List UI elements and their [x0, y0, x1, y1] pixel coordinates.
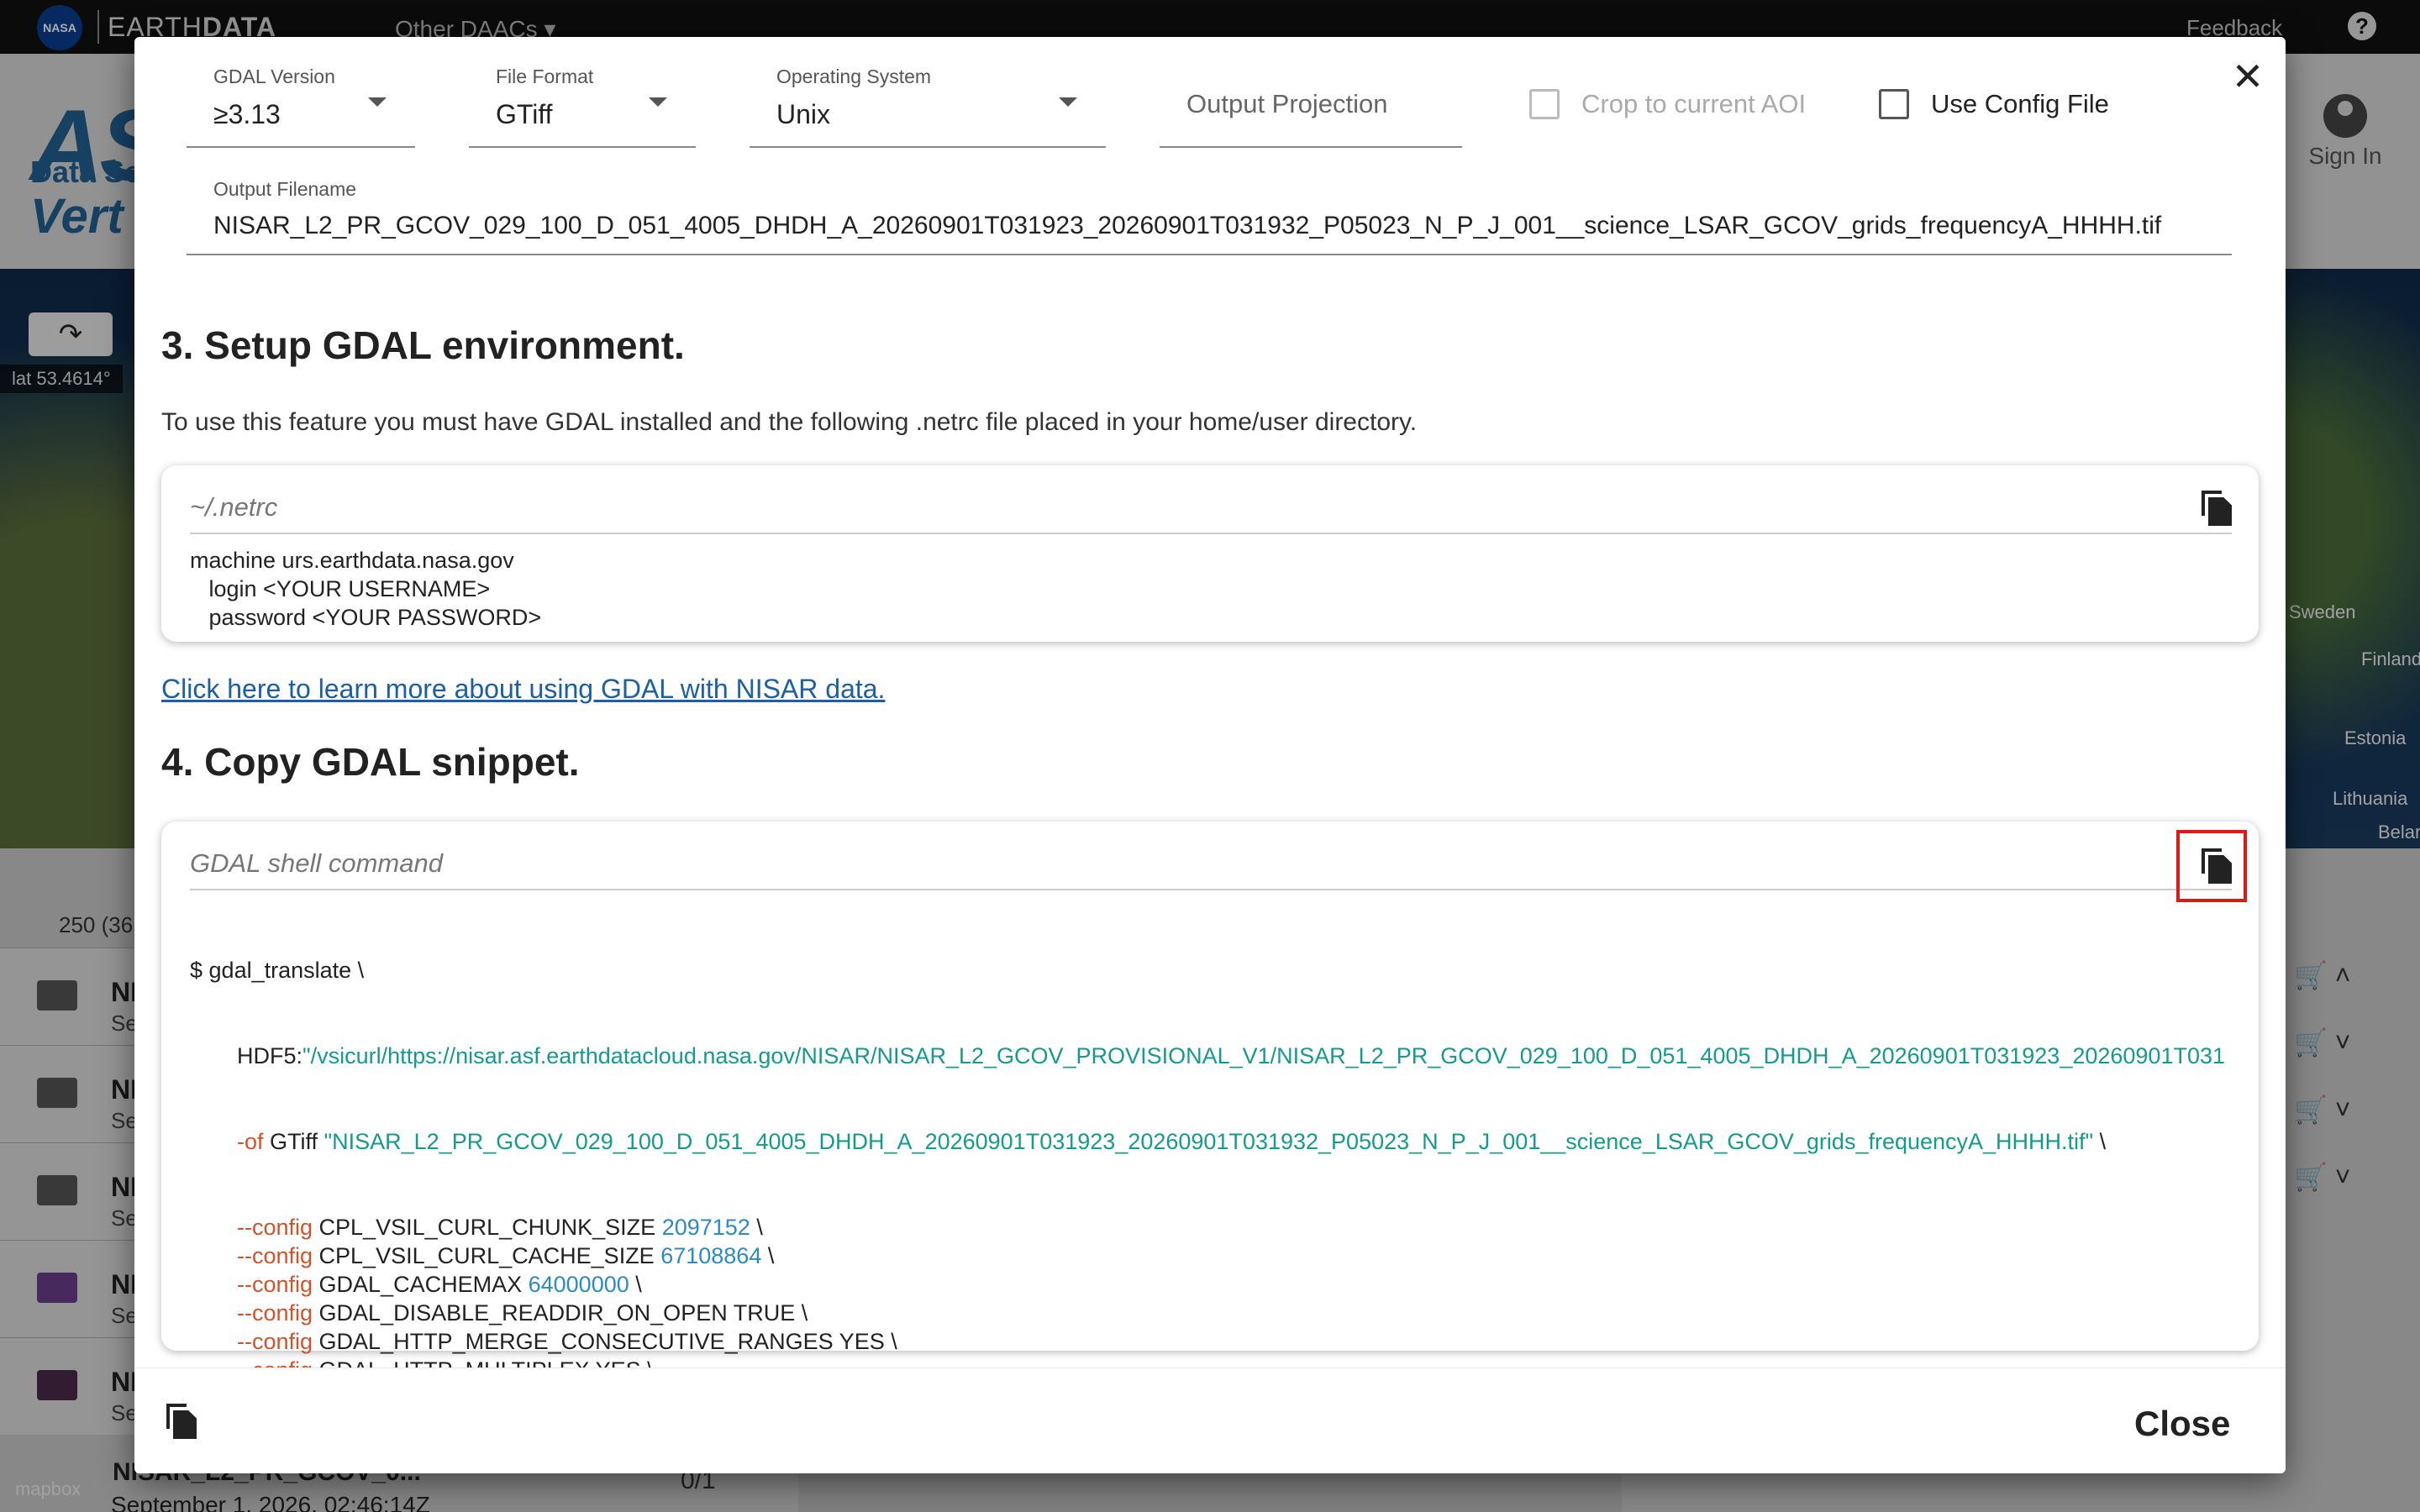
line-continuation: \ — [750, 1215, 763, 1240]
divider — [190, 889, 2232, 890]
config-line: --config GDAL_DISABLE_READDIR_ON_OPEN TR… — [190, 1299, 2225, 1327]
step3-heading: 3. Setup GDAL environment. — [161, 323, 685, 367]
chevron-down-icon — [649, 97, 667, 107]
gdal-version-value: ≥3.13 — [213, 99, 281, 129]
close-button[interactable]: Close — [2134, 1404, 2230, 1444]
copy-netrc-icon — [2198, 489, 2235, 528]
code-line: -of GTiff "NISAR_L2_PR_GCOV_029_100_D_05… — [190, 1127, 2225, 1156]
config-number: 64000000 — [528, 1272, 629, 1297]
gdal-command-card-title: GDAL shell command — [190, 848, 443, 878]
format-value: GTiff — [263, 1129, 324, 1154]
gdal-version-label: GDAL Version — [213, 66, 335, 87]
checkbox-box — [1529, 89, 1560, 119]
use-config-file-label: Use Config File — [1931, 89, 2109, 118]
code-line: $ gdal_translate \ — [190, 956, 2225, 984]
file-format-select[interactable]: File Format GTiff — [469, 54, 696, 148]
step4-heading: 4. Copy GDAL snippet. — [161, 740, 580, 784]
config-flag: --config — [237, 1329, 313, 1354]
checkbox-box — [1879, 89, 1909, 119]
hdf5-prefix: HDF5: — [237, 1043, 303, 1068]
config-flag: --config — [237, 1215, 313, 1240]
output-projection-input[interactable]: Output Projection — [1160, 54, 1462, 148]
copy-icon[interactable] — [163, 1402, 200, 1441]
gdal-command-card: GDAL shell command $ gdal_translate \ HD… — [161, 822, 2259, 1473]
line-continuation: \ — [2093, 1129, 2107, 1154]
chevron-down-icon — [368, 97, 387, 107]
netrc-card: ~/.netrc machine urs.earthdata.nasa.gov … — [161, 465, 2259, 642]
config-number: 67108864 — [660, 1243, 762, 1268]
file-format-label: File Format — [496, 66, 594, 87]
config-line: --config GDAL_CACHEMAX 64000000 \ — [190, 1270, 2225, 1299]
output-filename-value[interactable]: NISAR_L2_PR_GCOV_029_100_D_051_4005_DHDH… — [213, 212, 2161, 240]
file-format-value: GTiff — [496, 99, 553, 129]
line-continuation: \ — [761, 1243, 775, 1268]
output-projection-placeholder: Output Projection — [1186, 89, 1388, 118]
config-flag: --config — [237, 1272, 313, 1297]
gdal-nisar-help-link[interactable]: Click here to learn more about using GDA… — [161, 674, 885, 705]
output-file: "NISAR_L2_PR_GCOV_029_100_D_051_4005_DHD… — [324, 1129, 2094, 1154]
close-icon[interactable]: ✕ — [2225, 54, 2270, 99]
config-key: CPL_VSIL_CURL_CHUNK_SIZE — [313, 1215, 662, 1240]
line-continuation: \ — [629, 1272, 642, 1297]
output-filename-field[interactable]: Output Filename NISAR_L2_PR_GCOV_029_100… — [187, 168, 2232, 255]
shell-prompt: $ — [190, 958, 209, 983]
code-line: login <YOUR USERNAME> — [190, 576, 491, 601]
config-key: GDAL_CACHEMAX — [313, 1272, 529, 1297]
divider — [190, 533, 2232, 534]
config-line: --config CPL_VSIL_CURL_CACHE_SIZE 671088… — [190, 1242, 2225, 1270]
operating-system-value: Unix — [776, 99, 831, 129]
code-line: HDF5:"/vsicurl/https://nisar.asf.earthda… — [190, 1042, 2225, 1070]
step3-instructions: To use this feature you must have GDAL i… — [161, 408, 1418, 436]
copy-button-highlight — [2176, 830, 2247, 902]
dialog-footer: Close — [134, 1368, 2286, 1473]
config-key: GDAL_DISABLE_READDIR_ON_OPEN TRUE \ — [313, 1300, 808, 1326]
copy-all-icon — [163, 1402, 200, 1441]
config-key: CPL_VSIL_CURL_CACHE_SIZE — [313, 1243, 661, 1268]
netrc-card-title: ~/.netrc — [190, 492, 278, 522]
code-line: machine urs.earthdata.nasa.gov — [190, 548, 514, 573]
flag: -of — [237, 1129, 264, 1154]
netrc-code: machine urs.earthdata.nasa.gov login <YO… — [190, 546, 541, 632]
gdal-version-select[interactable]: GDAL Version ≥3.13 — [187, 54, 415, 148]
operating-system-label: Operating System — [776, 66, 932, 87]
config-flag: --config — [237, 1243, 313, 1268]
code-line: password <YOUR PASSWORD> — [190, 605, 542, 630]
command-name: gdal_translate \ — [208, 958, 365, 983]
config-key: GDAL_HTTP_MERGE_CONSECUTIVE_RANGES YES \ — [313, 1329, 897, 1354]
hdf5-path: "/vsicurl/https://nisar.asf.earthdataclo… — [302, 1043, 2226, 1068]
config-flag: --config — [237, 1300, 313, 1326]
crop-aoi-label: Crop to current AOI — [1581, 89, 1807, 118]
config-line: --config GDAL_HTTP_MERGE_CONSECUTIVE_RAN… — [190, 1327, 2225, 1356]
copy-icon[interactable] — [2198, 489, 2235, 528]
config-number: 2097152 — [661, 1215, 750, 1240]
operating-system-select[interactable]: Operating System Unix — [750, 54, 1106, 148]
chevron-down-icon — [1059, 97, 1077, 107]
gdal-download-dialog: GDAL Version ≥3.13 File Format GTiff Ope… — [134, 37, 2286, 1473]
config-line: --config CPL_VSIL_CURL_CHUNK_SIZE 209715… — [190, 1213, 2225, 1242]
output-filename-label: Output Filename — [213, 178, 357, 200]
